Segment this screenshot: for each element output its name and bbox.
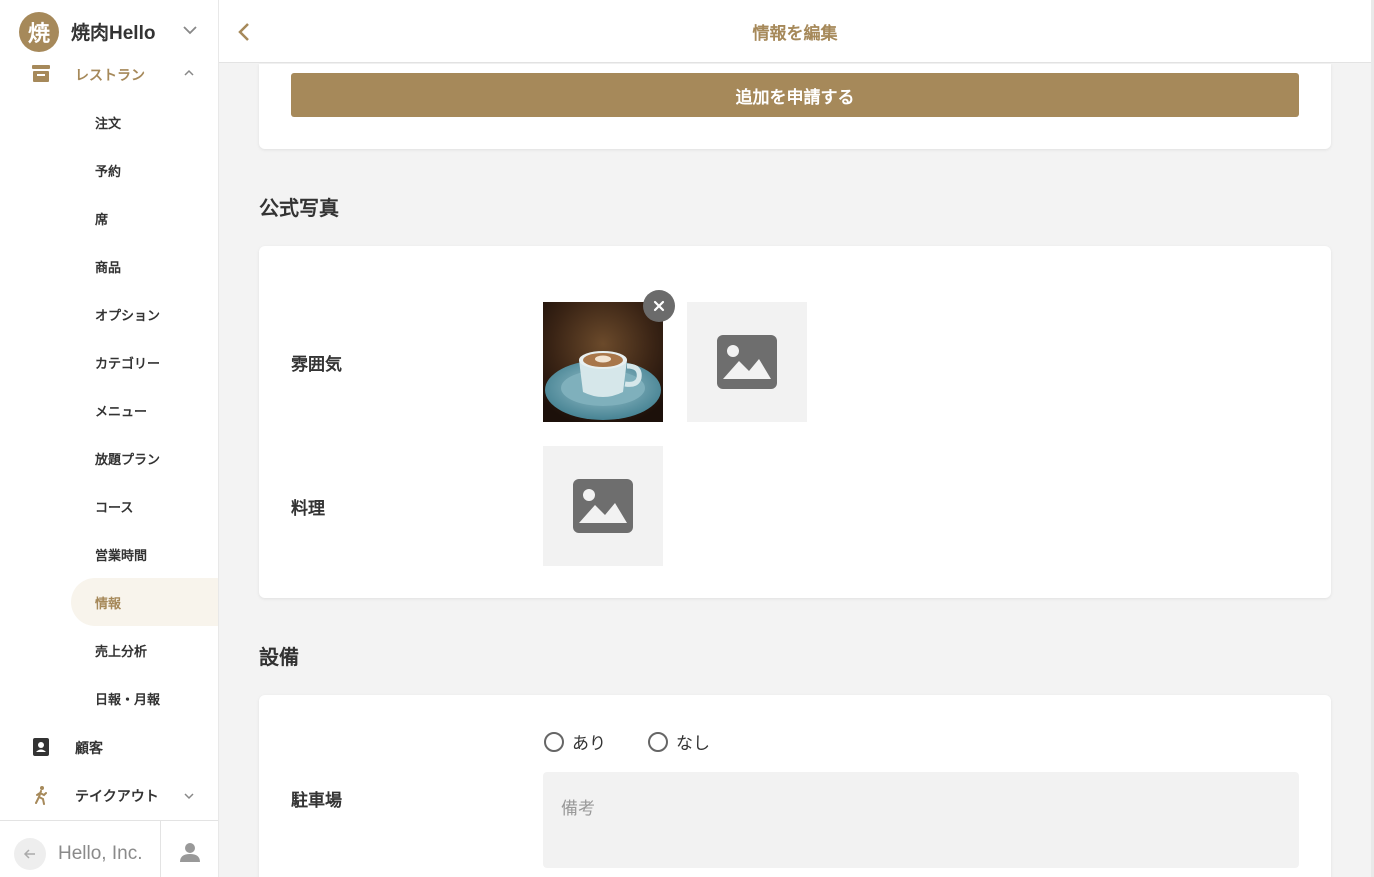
sidebar-item-courses[interactable]: コース bbox=[71, 482, 218, 530]
sidebar-item-business-hours[interactable]: 営業時間 bbox=[71, 530, 218, 578]
sidebar-item-seats[interactable]: 席 bbox=[71, 194, 218, 242]
sidebar-item-sales-analysis[interactable]: 売上分析 bbox=[71, 626, 218, 674]
add-atmosphere-photo[interactable] bbox=[687, 302, 807, 422]
sidebar-item-reservations[interactable]: 予約 bbox=[71, 146, 218, 194]
submit-request-button[interactable]: 追加を申請する bbox=[291, 73, 1299, 117]
atmosphere-photo-1[interactable] bbox=[543, 290, 675, 422]
user-icon[interactable] bbox=[179, 841, 201, 863]
brand-logo: 焼 bbox=[19, 11, 59, 52]
footer-divider bbox=[160, 821, 161, 877]
radio-label: なし bbox=[676, 734, 710, 754]
walking-person-icon bbox=[35, 786, 47, 805]
chevron-down-icon bbox=[184, 793, 194, 800]
parking-radio-no[interactable]: なし bbox=[648, 729, 710, 754]
chevron-down-icon bbox=[183, 26, 197, 35]
remove-photo-button[interactable] bbox=[643, 290, 675, 322]
top-bar: 情報を編集 bbox=[219, 0, 1371, 63]
submit-card: 追加を申請する bbox=[259, 64, 1331, 149]
atmosphere-label: 雰囲気 bbox=[291, 355, 342, 375]
sidebar-item-reports[interactable]: 日報・月報 bbox=[71, 674, 218, 722]
sidebar-item-menu[interactable]: メニュー bbox=[71, 386, 218, 434]
brand-switcher[interactable]: 焼 焼肉Hello bbox=[0, 0, 218, 63]
sidebar-item-products[interactable]: 商品 bbox=[71, 242, 218, 290]
photos-card: 雰囲気 料理 bbox=[259, 246, 1331, 598]
company-name[interactable]: Hello, Inc. bbox=[58, 843, 142, 865]
arrow-left-icon bbox=[23, 849, 35, 859]
close-icon bbox=[653, 300, 665, 312]
chevron-up-icon bbox=[184, 69, 194, 76]
nav-group-label: レストラン bbox=[75, 68, 145, 84]
section-title-facilities: 設備 bbox=[259, 645, 299, 669]
collapse-sidebar-button[interactable] bbox=[14, 838, 46, 870]
sidebar-item-options[interactable]: オプション bbox=[71, 290, 218, 338]
sidebar-item-label: 顧客 bbox=[75, 741, 103, 757]
radio-label: あり bbox=[572, 734, 606, 754]
sidebar-item-label: テイクアウト bbox=[75, 789, 159, 805]
sidebar-item-orders[interactable]: 注文 bbox=[71, 98, 218, 146]
radio-circle[interactable] bbox=[544, 731, 564, 752]
image-placeholder-icon bbox=[573, 479, 633, 533]
facilities-card: 駐車場 あり なし bbox=[259, 695, 1331, 877]
parking-notes-field[interactable] bbox=[543, 772, 1299, 868]
image-placeholder-icon bbox=[717, 335, 777, 389]
sidebar-item-all-you-can-plans[interactable]: 放題プラン bbox=[71, 434, 218, 482]
add-cuisine-photo[interactable] bbox=[543, 446, 663, 566]
sidebar-item-takeout[interactable]: テイクアウト bbox=[0, 771, 218, 819]
sidebar-footer: Hello, Inc. bbox=[0, 820, 218, 877]
contact-book-icon bbox=[33, 738, 49, 756]
radio-circle[interactable] bbox=[648, 731, 668, 752]
sidebar-item-categories[interactable]: カテゴリー bbox=[71, 338, 218, 386]
coffee-cup-photo bbox=[543, 302, 663, 422]
sidebar-item-info[interactable]: 情報 bbox=[71, 578, 218, 626]
brand-name: 焼肉Hello bbox=[71, 23, 156, 44]
parking-label: 駐車場 bbox=[291, 791, 342, 811]
cuisine-label: 料理 bbox=[291, 499, 325, 519]
sidebar-item-customers[interactable]: 顧客 bbox=[0, 723, 218, 771]
section-title-photos: 公式写真 bbox=[259, 196, 339, 220]
page-title: 情報を編集 bbox=[752, 24, 838, 44]
parking-radio-yes[interactable]: あり bbox=[544, 729, 606, 754]
sidebar: 焼 焼肉Hello レストラン 注文 予約 席 商品 オプション カテゴリー メ… bbox=[0, 0, 219, 877]
store-icon bbox=[32, 65, 50, 82]
